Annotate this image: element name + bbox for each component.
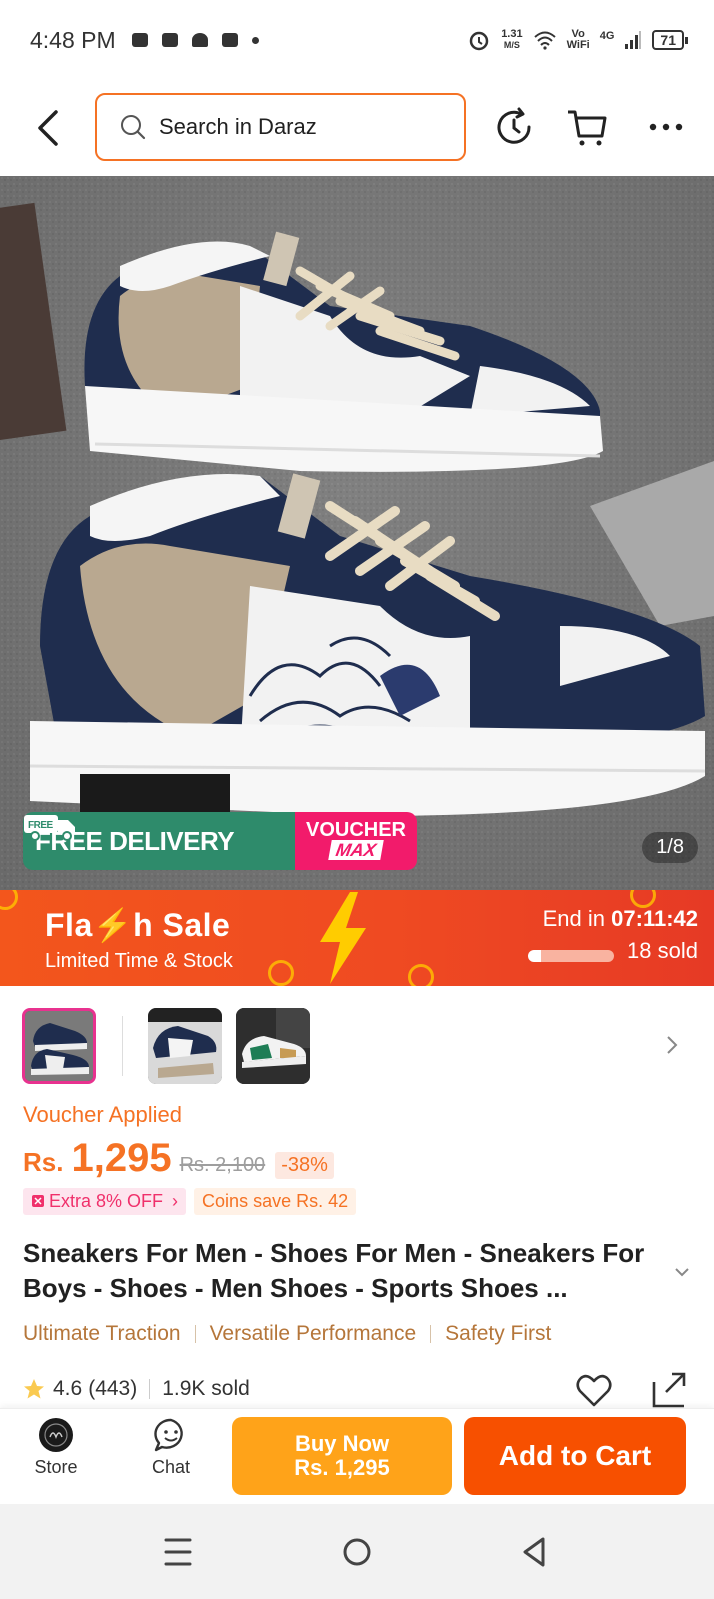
wifi-icon (533, 31, 556, 50)
thumbnail-strip (22, 1008, 702, 1088)
back-icon[interactable] (32, 108, 64, 148)
store-button[interactable]: Store (21, 1417, 91, 1478)
signal-icon (625, 31, 642, 49)
clock-icon (268, 960, 294, 986)
end-time: 07:11:42 (611, 906, 698, 931)
store-label: Store (34, 1457, 78, 1477)
chevron-right-icon: › (172, 1191, 179, 1211)
share-icon[interactable] (648, 1372, 688, 1408)
chevron-right-icon[interactable] (664, 1034, 680, 1056)
chat-icon (154, 1418, 183, 1452)
recent-apps-icon[interactable] (160, 1534, 196, 1570)
flash-sale-subtitle: Limited Time & Stock (45, 950, 233, 972)
flash-sale-countdown: End in 07:11:42 (543, 906, 698, 932)
wishlist-heart-icon[interactable] (576, 1374, 612, 1408)
product-title: Sneakers For Men - Shoes For Men - Sneak… (23, 1238, 645, 1303)
free-delivery-badge: FREE FREE DELIVERY (23, 812, 295, 870)
home-icon[interactable] (339, 1534, 375, 1570)
clock-icon (0, 890, 18, 910)
sold-count: 1.9K sold (162, 1377, 250, 1400)
net-speed-unit: M/S (503, 40, 520, 50)
voucher-max-text: MAX (328, 840, 384, 860)
chat-button[interactable]: Chat (136, 1417, 206, 1478)
status-bar: 4:48 PM 1.31 M/S Vo WiFi 4G 71 (0, 0, 714, 80)
add-to-cart-button[interactable]: Add to Cart (464, 1417, 686, 1495)
star-icon (24, 1379, 44, 1399)
alarm-icon (469, 31, 489, 51)
square-icon (221, 33, 238, 47)
search-placeholder: Search in Daraz (159, 114, 317, 139)
coins-save-chip: Coins save Rs. 42 (194, 1188, 357, 1215)
buy-now-label: Buy Now (294, 1431, 390, 1456)
status-right: 1.31 M/S Vo WiFi 4G 71 (467, 28, 688, 52)
buy-now-button[interactable]: Buy Now Rs. 1,295 (232, 1417, 452, 1495)
current-price: 1,295 (71, 1136, 172, 1180)
extra-off-text: Extra 8% OFF (49, 1191, 164, 1211)
thumbnail-divider (122, 1016, 123, 1076)
product-image[interactable]: FREE FREE DELIVERY VOUCHER MAX 1/8 (0, 176, 714, 890)
cell-type: 4G (599, 30, 615, 42)
history-icon[interactable] (493, 106, 535, 148)
net-speed: 1.31 M/S (501, 29, 522, 51)
system-nav-bar (0, 1504, 714, 1599)
lightning-icon (320, 892, 366, 984)
net-speed-value: 1.31 (501, 28, 523, 40)
original-price: Rs. 2,100 (179, 1154, 266, 1176)
battery-indicator: 71 (652, 30, 688, 50)
rating-value: 4.6 (53, 1377, 83, 1400)
gamepad-icon (131, 33, 148, 47)
status-time: 4:48 PM (30, 26, 116, 53)
back-nav-icon[interactable] (517, 1534, 553, 1570)
image-counter: 1/8 (642, 832, 698, 863)
price-currency: Rs. (23, 1147, 64, 1177)
clock-icon (408, 964, 434, 986)
buy-now-price: Rs. 1,295 (294, 1455, 390, 1480)
thumbnail-2[interactable] (148, 1008, 222, 1084)
volte-bottom: WiFi (566, 39, 590, 51)
store-icon (39, 1418, 73, 1452)
search-icon (121, 115, 146, 140)
volte: Vo WiFi (567, 29, 590, 51)
more-notifications-icon (251, 36, 259, 44)
ticket-icon (32, 1195, 44, 1207)
feature-tag: Safety First (445, 1322, 552, 1345)
price-row: Rs. 1,295 Rs. 2,100 -38% (23, 1136, 334, 1181)
more-icon[interactable] (646, 106, 688, 148)
divider (149, 1379, 151, 1399)
voucher-text: VOUCHER (305, 819, 406, 841)
end-in-label: End in (542, 906, 606, 931)
notification-icons (131, 33, 259, 47)
cart-icon[interactable] (566, 106, 608, 148)
snapchat-icon (191, 33, 208, 47)
flash-sale-title: Fla⚡h Sale (45, 907, 231, 943)
chat-label: Chat (151, 1457, 191, 1477)
sold-progress-bar (528, 950, 614, 962)
extra-off-chip[interactable]: Extra 8% OFF › (23, 1188, 187, 1215)
feature-tags: Ultimate Traction Versatile Performance … (23, 1322, 551, 1346)
app-header: Search in Daraz (0, 80, 714, 176)
search-input[interactable]: Search in Daraz (95, 93, 466, 161)
feature-tag: Ultimate Traction (23, 1322, 181, 1345)
truck-icon: FREE (24, 815, 75, 841)
feature-tag: Versatile Performance (209, 1322, 417, 1345)
app-icon (161, 33, 178, 47)
voucher-applied-label: Voucher Applied (23, 1102, 183, 1127)
review-count: (443) (88, 1377, 138, 1400)
flash-sold-count: 18 sold (627, 938, 698, 963)
flash-sale-banner[interactable]: Fla⚡h Sale Limited Time & Stock End in 0… (0, 890, 714, 986)
promo-chips: Extra 8% OFF › Coins save Rs. 42 (23, 1188, 357, 1215)
voucher-max-badge: VOUCHER MAX (295, 812, 417, 870)
divider (194, 1325, 196, 1343)
truck-free-text: FREE (28, 820, 54, 831)
discount-badge: -38% (275, 1152, 334, 1179)
thumbnail-1[interactable] (22, 1008, 96, 1084)
sneakers-illustration (0, 176, 714, 890)
thumbnail-3[interactable] (236, 1008, 310, 1084)
chevron-down-icon[interactable] (674, 1266, 690, 1278)
rating-row[interactable]: 4.6 (443) 1.9K sold (23, 1377, 250, 1401)
divider (430, 1325, 432, 1343)
bottom-action-bar: Store Chat Buy Now Rs. 1,295 Add to Cart (0, 1408, 714, 1504)
